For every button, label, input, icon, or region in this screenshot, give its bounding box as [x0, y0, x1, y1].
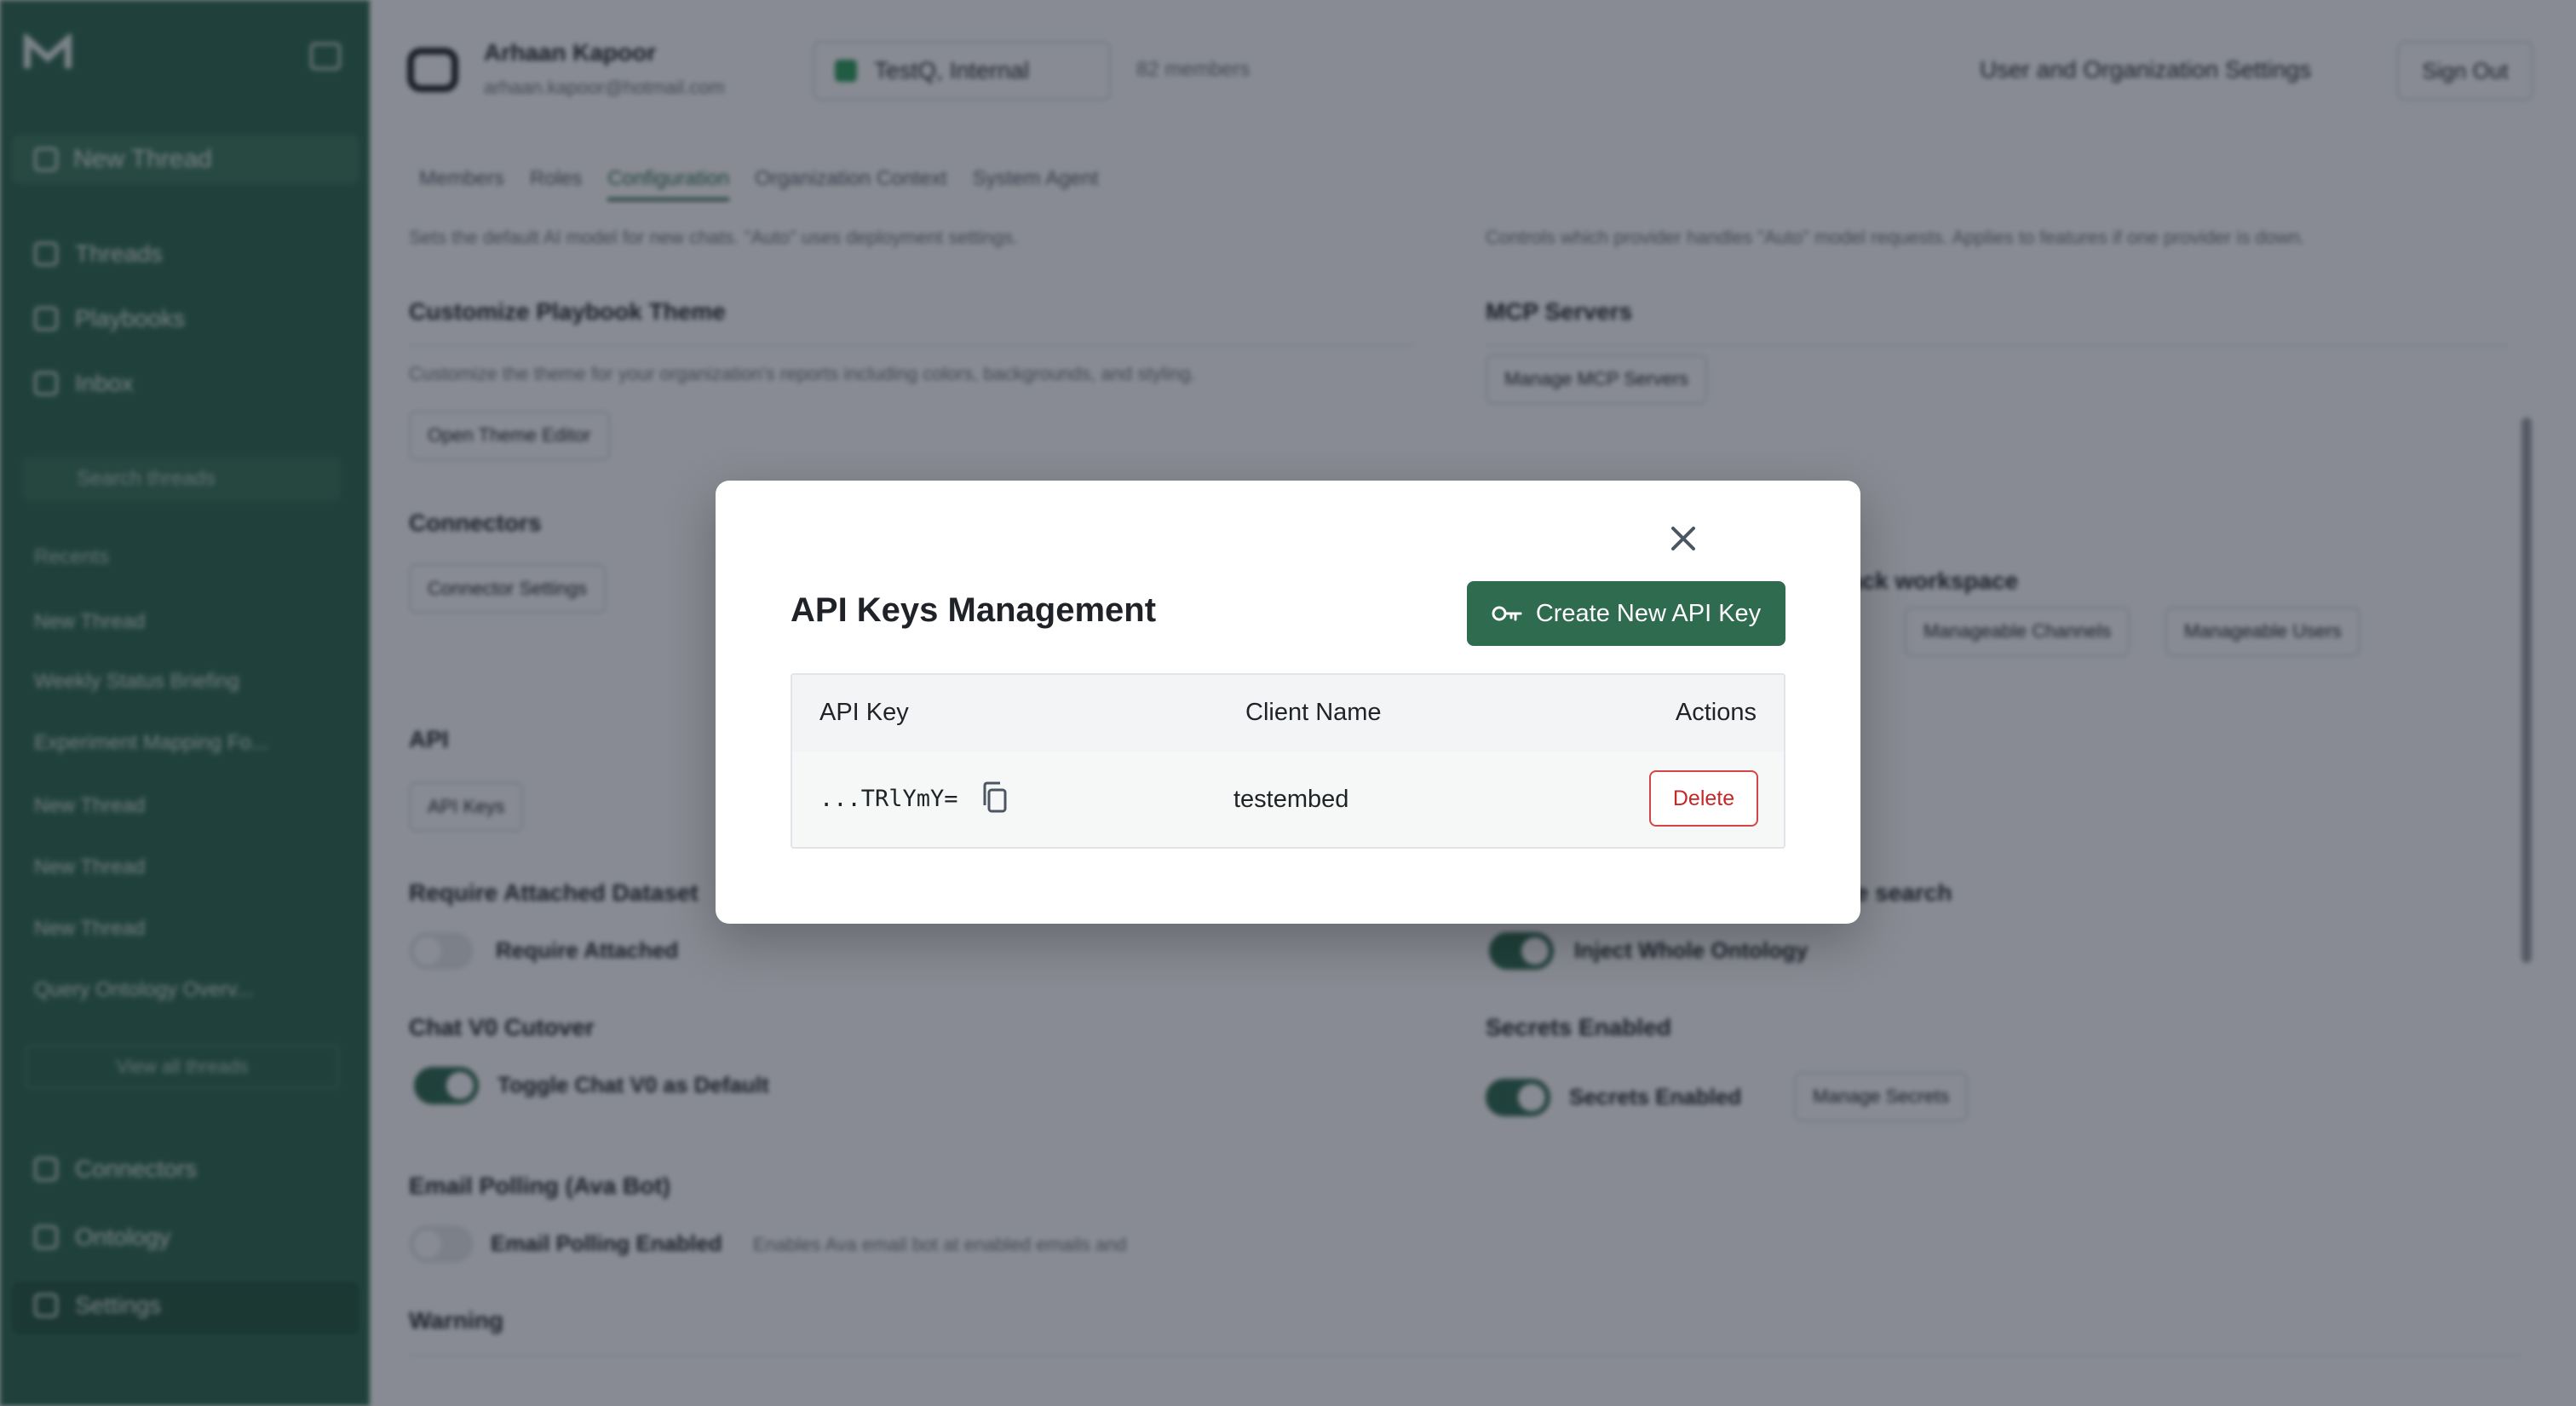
column-header-actions: Actions — [1675, 699, 1757, 726]
table-row: ...TRlYmY= testembed Delete — [792, 752, 1784, 847]
api-keys-table: API Key Client Name Actions ...TRlYmY= t… — [791, 673, 1785, 849]
modal-title: API Keys Management — [791, 591, 1157, 629]
close-button[interactable] — [1656, 511, 1711, 566]
delete-api-key-button[interactable]: Delete — [1649, 770, 1758, 827]
table-header: API Key Client Name Actions — [792, 675, 1784, 752]
client-name-value: testembed — [1233, 786, 1349, 813]
create-api-key-button[interactable]: Create New API Key — [1467, 581, 1785, 646]
api-keys-modal: API Keys Management Create New API Key A… — [716, 481, 1860, 924]
column-header-client-name: Client Name — [1245, 699, 1382, 726]
key-icon — [1492, 606, 1522, 621]
copy-icon[interactable] — [980, 781, 1009, 815]
api-key-value: ...TRlYmY= — [819, 786, 958, 812]
app-root: New Thread Threads Playbooks Inbox Searc… — [0, 0, 2576, 1406]
create-api-key-label: Create New API Key — [1535, 599, 1762, 627]
close-icon — [1671, 527, 1695, 550]
column-header-api-key: API Key — [819, 699, 909, 726]
